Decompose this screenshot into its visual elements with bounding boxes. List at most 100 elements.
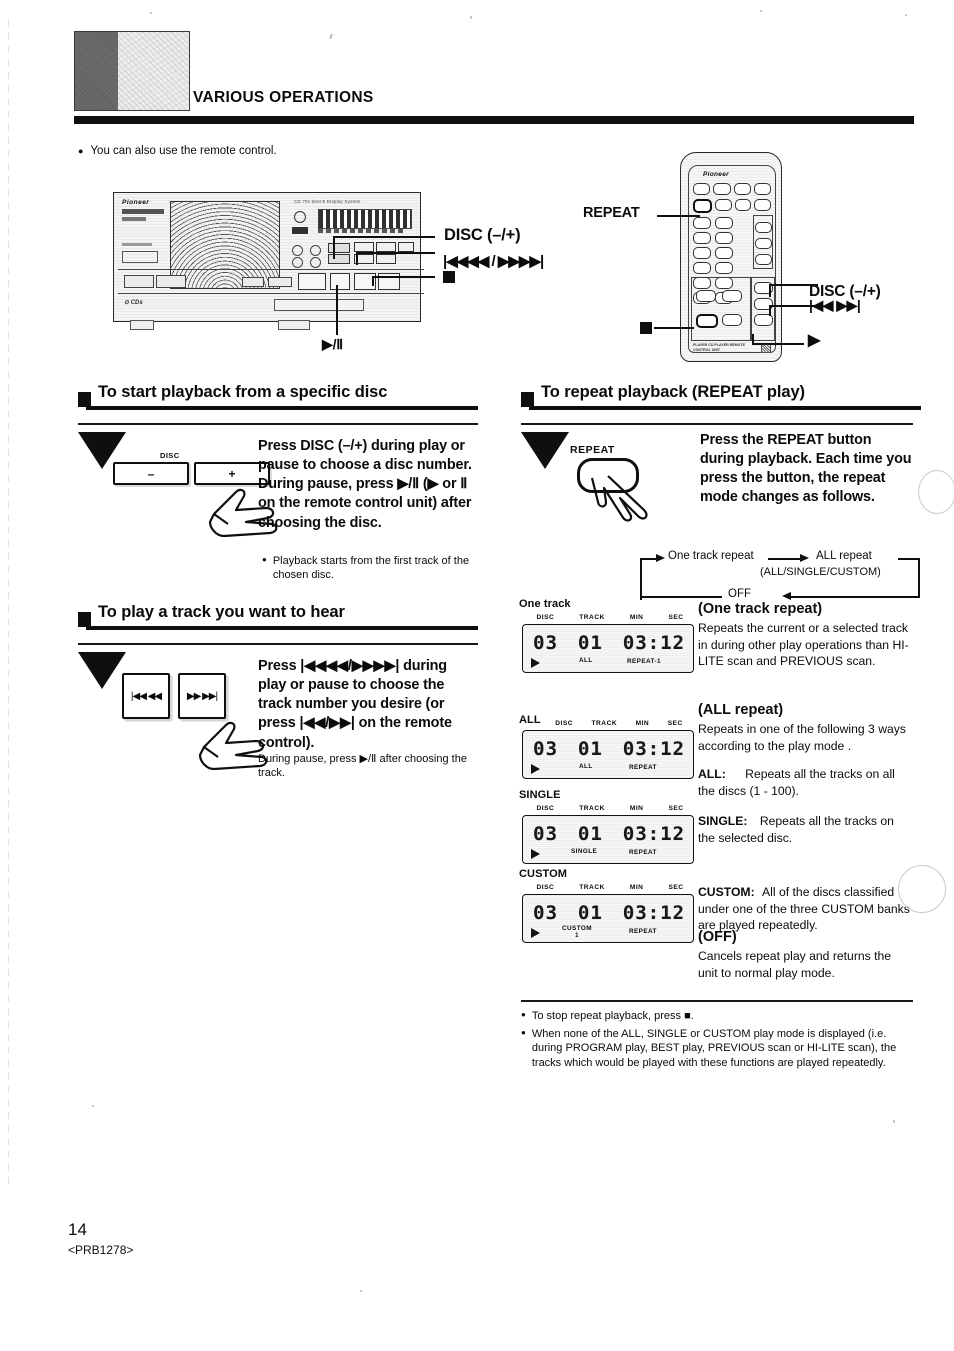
- page-title: VARIOUS OPERATIONS: [193, 89, 374, 106]
- callout-stop-icon: [443, 271, 455, 283]
- mode-item-custom: CUSTOM: All of the discs classified unde…: [698, 884, 914, 934]
- remote-row-1: [693, 183, 771, 195]
- leader-play-vertical: [336, 285, 338, 335]
- mode-title-one-track: (One track repeat): [698, 601, 823, 617]
- remote-num-2: [715, 217, 733, 229]
- lcd-play-icon: [531, 658, 540, 668]
- flow-label-step2-sub: (ALL/SINGLE/CUSTOM): [760, 566, 881, 578]
- leader-repeat: [657, 215, 700, 217]
- heading-square-marker: [521, 392, 534, 407]
- leader-skip-horizontal: [356, 252, 435, 254]
- lcd-min-value: 03: [622, 902, 648, 924]
- lcd-one-track: 03 01 03:12 ALL REPEAT-1: [522, 624, 694, 673]
- scan-smudge-artifact: [898, 865, 946, 913]
- leader-disc-horizontal: [333, 236, 435, 238]
- lcd-single: 03 01 03:12 SINGLE REPEAT: [522, 815, 694, 864]
- lcd-min-value: 03: [622, 823, 648, 845]
- off-mode-title: (OFF): [698, 929, 737, 945]
- repeat-button-label: REPEAT: [570, 444, 615, 456]
- leader-remote-disc-v: [769, 285, 771, 297]
- lcd-col-sec: SEC: [667, 720, 683, 727]
- flow-label-step2: ALL repeat: [816, 550, 872, 562]
- lcd-play-icon: [531, 764, 540, 774]
- lcd-track-value: 01: [577, 823, 603, 845]
- pointing-hand-icon-3: [590, 475, 648, 522]
- remote-pause-button: [722, 314, 742, 326]
- lcd-col-disc: DISC: [536, 614, 555, 621]
- header-rule: [74, 116, 914, 124]
- scan-speck: [329, 33, 333, 40]
- scan-speck: [760, 10, 762, 12]
- scan-speck: [92, 1105, 94, 1107]
- player-indicator-dial: [294, 211, 306, 223]
- lcd-separator: :: [647, 632, 661, 654]
- repeat-mode-flow-diagram: One track repeat ALL repeat (ALL/SINGLE/…: [640, 550, 920, 600]
- player-top-label: CD 70s best-6 Display System: [294, 199, 361, 204]
- lcd-separator: :: [647, 902, 661, 924]
- remote-footer-text: PLAYER CD PLAYER REMOTE CONTROL UNIT: [693, 343, 746, 352]
- lcd-disc-value: 03: [533, 823, 558, 845]
- lcd-repeat-indicator: REPEAT: [629, 928, 657, 935]
- scan-speck: [893, 1120, 895, 1123]
- scan-speck: [905, 14, 907, 16]
- player-foot-right: [278, 320, 310, 330]
- flow-arrow-to-step2: [800, 554, 809, 562]
- lcd-repeat-indicator: REPEAT: [629, 764, 657, 771]
- flow-arrow-to-off: [782, 592, 791, 600]
- remote-num-1: [693, 217, 711, 229]
- remote-output-change-button: [755, 222, 772, 233]
- player-play-pause-button: [298, 273, 326, 290]
- remote-stop-button[interactable]: [696, 314, 718, 328]
- mode-item-all: ALL: Repeats all the tracks on all the d…: [698, 766, 914, 799]
- bullet-dot-icon: ●: [78, 146, 84, 156]
- footer-note-1: ● To stop repeat playback, press ■.: [521, 1009, 913, 1023]
- lcd-col-min: MIN: [635, 720, 650, 727]
- note-specific-disc: ● Playback starts from the first track o…: [262, 554, 472, 583]
- lcd-tag-all: ALL: [519, 714, 541, 726]
- skip-prev-button[interactable]: |◀◀ ◀◀: [122, 673, 170, 719]
- note-bullet-dot-icon: ●: [262, 555, 267, 564]
- lcd-mode-indicator: SINGLE: [571, 848, 598, 855]
- header-box-dark-half: [75, 32, 119, 110]
- mode-item-single: SINGLE: Repeats all the tracks on the se…: [698, 813, 914, 846]
- lcd-track-value: 01: [577, 632, 603, 654]
- lcd-headers-custom: DISC TRACK MIN SEC: [524, 884, 696, 891]
- player-submodel-text: [122, 217, 146, 221]
- lcd-col-track: TRACK: [591, 720, 618, 727]
- step-arrow-3: [521, 432, 569, 469]
- remote-repeat-button[interactable]: [693, 199, 712, 213]
- player-divider-2: [118, 293, 424, 295]
- flow-mid-line: [768, 558, 804, 560]
- callout-repeat: REPEAT: [583, 205, 640, 221]
- remote-num-5: [693, 247, 711, 259]
- remote-scan-back-button: [696, 290, 716, 302]
- heading-bar: [86, 626, 478, 630]
- mode-body-one-track: Repeats the current or a selected track …: [698, 621, 909, 669]
- player-disc-minus: [354, 242, 374, 252]
- player-skip-next: [376, 254, 396, 264]
- step-arrow-2: [78, 652, 126, 689]
- leader-remote-skip-v: [769, 306, 771, 316]
- lcd-time-value: 03:12: [623, 632, 685, 654]
- lcd-col-track: TRACK: [579, 805, 605, 812]
- leader-remote-stop: [654, 327, 694, 329]
- remote-transport-group: [691, 277, 751, 341]
- lcd-time-value: 03:12: [623, 902, 685, 924]
- lcd-col-min: MIN: [629, 884, 644, 891]
- mode-item-label: SINGLE:: [698, 814, 748, 828]
- remote-control-unit: Pioneer PLAYER CD PLAYER REMOTE CONTROL …: [680, 152, 782, 362]
- lcd-bottom-row: CUSTOM 1 REPEAT: [531, 925, 687, 939]
- sub-note-play-track: During pause, press ▶/Ⅱ after choosing t…: [258, 753, 467, 780]
- heading-text: To play a track you want to hear: [98, 603, 345, 621]
- footer-note-text: When none of the ALL, SINGLE or CUSTOM p…: [531, 1028, 897, 1069]
- disc-minus-button[interactable]: –: [113, 462, 189, 485]
- lcd-col-track: TRACK: [579, 884, 605, 891]
- lcd-disc-value: 03: [533, 902, 558, 924]
- lcd-min-value: 03: [622, 738, 648, 760]
- remote-disc-skip-group: [751, 277, 775, 341]
- lcd-sec-value: 12: [660, 823, 685, 845]
- scan-speck: [150, 12, 152, 14]
- flow-left-vertical: [640, 558, 642, 600]
- lcd-headers-single: DISC TRACK MIN SEC: [524, 805, 696, 812]
- player-knob-4: [310, 257, 321, 268]
